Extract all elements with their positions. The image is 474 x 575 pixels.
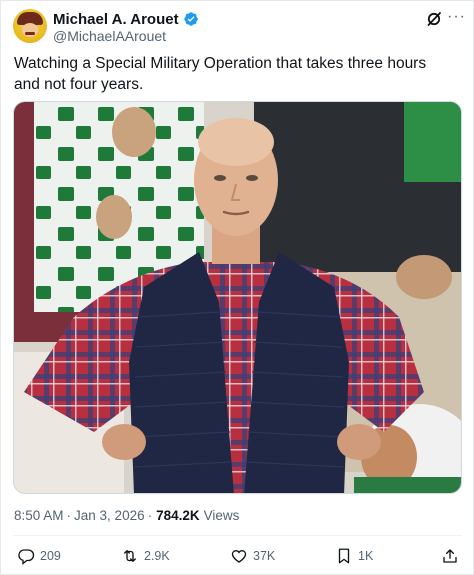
author-avatar[interactable] — [13, 9, 47, 43]
tweet-card: Michael A. Arouet @MichaelAArouet ··· Wa… — [0, 0, 474, 575]
author-handle[interactable]: @MichaelAArouet — [53, 28, 166, 44]
reply-count: 209 — [40, 549, 61, 563]
tweet-time[interactable]: 8:50 AM — [14, 508, 64, 523]
like-button[interactable]: 37K — [230, 545, 275, 567]
reply-button[interactable]: 209 — [17, 545, 61, 567]
action-bar: 209 2.9K 37K 1K — [1, 545, 474, 569]
bookmark-button[interactable]: 1K — [335, 545, 373, 567]
retweet-icon — [124, 550, 136, 562]
avatar-mouth — [25, 32, 35, 35]
bookmark-count: 1K — [358, 549, 374, 563]
tweet-meta: 8:50 AM · Jan 3, 2026 · 784.2K Views — [14, 508, 239, 523]
tweet-media-photo[interactable] — [13, 101, 462, 494]
author-name-row: Michael A. Arouet — [53, 10, 199, 28]
retweet-button[interactable]: 2.9K — [121, 545, 170, 567]
share-button[interactable] — [441, 545, 459, 567]
retweet-count: 2.9K — [144, 549, 170, 563]
like-icon — [231, 550, 247, 563]
divider — [13, 535, 462, 536]
bookmark-icon — [338, 548, 350, 564]
grok-icon[interactable] — [426, 11, 442, 27]
verified-badge-icon — [183, 12, 198, 26]
tweet-text: Watching a Special Military Operation th… — [14, 55, 427, 93]
reply-icon — [18, 549, 35, 565]
meta-separator-2: · — [147, 508, 153, 523]
views-label: Views — [203, 508, 240, 523]
tweet-date[interactable]: Jan 3, 2026 — [74, 508, 145, 523]
share-icon — [443, 549, 457, 563]
meta-separator: · — [66, 508, 72, 523]
views-count: 784.2K — [156, 508, 200, 523]
author-display-name[interactable]: Michael A. Arouet — [53, 11, 179, 28]
like-count: 37K — [253, 549, 276, 563]
more-icon[interactable]: ··· — [447, 9, 465, 28]
photo-illustration — [14, 102, 461, 493]
